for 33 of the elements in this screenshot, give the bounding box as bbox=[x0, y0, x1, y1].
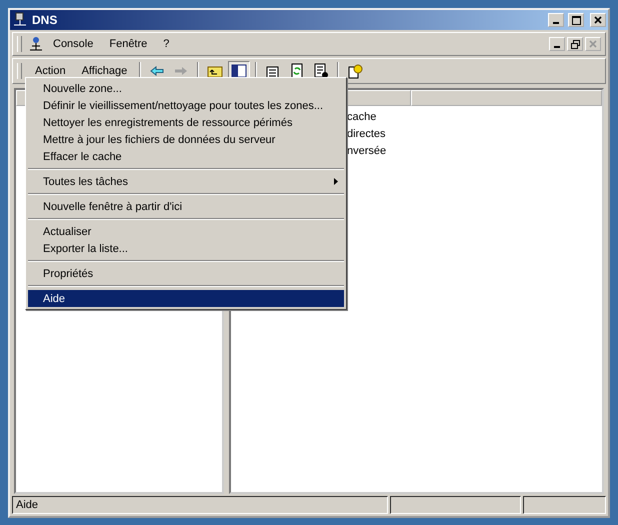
menu-item[interactable]: Définir le vieillissement/nettoyage pour toutes les zones... bbox=[28, 97, 344, 114]
submenu-arrow-icon bbox=[334, 178, 338, 185]
close-icon bbox=[594, 16, 602, 24]
menu-item[interactable]: Propriétés bbox=[28, 265, 344, 282]
forward-arrow-icon bbox=[174, 66, 188, 76]
minimize-button[interactable] bbox=[548, 13, 564, 27]
menu-item[interactable]: Nouvelle zone... bbox=[28, 80, 344, 97]
menu-item[interactable]: ? bbox=[156, 36, 176, 52]
menu-item[interactable]: Affichage bbox=[74, 63, 134, 79]
window-title: DNS bbox=[32, 13, 58, 27]
close-icon bbox=[589, 40, 597, 48]
folder-up-icon bbox=[207, 64, 224, 78]
close-button[interactable] bbox=[590, 13, 606, 27]
menu-item[interactable]: Mettre à jour les fichiers de données du serveur bbox=[28, 131, 344, 148]
minimize-button[interactable] bbox=[549, 37, 565, 51]
back-arrow-icon bbox=[150, 66, 164, 76]
menu-item[interactable]: Fenêtre bbox=[102, 36, 154, 52]
menu-item[interactable]: Toutes les tâches bbox=[28, 173, 344, 190]
maximize-button[interactable] bbox=[568, 13, 584, 27]
menu-item[interactable]: Nettoyer les enregistrements de ressource périmés bbox=[28, 114, 344, 131]
menu-item[interactable]: Action bbox=[28, 63, 73, 79]
restore-button[interactable] bbox=[567, 37, 583, 51]
server-icon bbox=[12, 12, 28, 28]
console-icon bbox=[28, 36, 44, 52]
maximize-icon bbox=[572, 16, 580, 24]
menu-item[interactable]: Nouvelle fenêtre à partir d'ici bbox=[28, 198, 344, 215]
menu-item[interactable]: Effacer le cache bbox=[28, 148, 344, 165]
status-text: Aide bbox=[12, 496, 388, 514]
menu-item[interactable]: Actualiser bbox=[28, 223, 344, 240]
menu-item[interactable]: Exporter la liste... bbox=[28, 240, 344, 257]
menu-item[interactable]: Aide bbox=[28, 290, 344, 307]
restore-icon bbox=[570, 40, 580, 48]
menu-item[interactable]: Console bbox=[46, 36, 100, 52]
